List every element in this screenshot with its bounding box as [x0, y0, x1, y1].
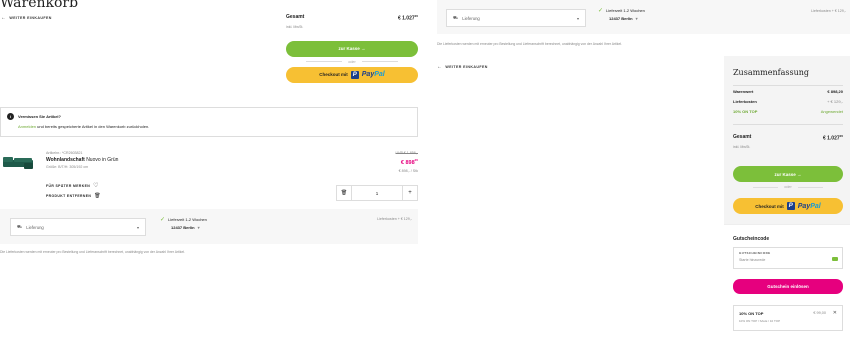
delivery-eta-label: Lieferzeit 1-2 Wochen	[606, 8, 645, 13]
paypal-button-label: Checkout mit	[755, 203, 784, 209]
summary-divider	[733, 124, 843, 125]
delivery-select[interactable]: ⛟ Lieferung ▾	[10, 218, 146, 236]
page-title: Warenkorb	[0, 0, 79, 11]
delivery-eta-top: ✓ Lieferzeit 1-2 Wochen 12437 Berlin ▾	[598, 7, 645, 21]
voucher-field-label: GUTSCHEINCODE	[739, 251, 771, 255]
delivery-eta-label: Lieferzeit 1-2 Wochen	[168, 217, 207, 222]
remove-product-label: PRODUKT ENTFERNEN	[46, 194, 92, 198]
old-price: UVP € 1.856,-	[395, 151, 418, 155]
summary-title: Zusammenfassung	[733, 68, 810, 77]
order-total-box: Gesamt € 1.02720 inkl. MwSt. zur Kasse →…	[286, 14, 418, 83]
continue-shopping-label: WEITER EINKAUFEN	[445, 65, 488, 69]
total-label: Gesamt	[286, 14, 305, 20]
continue-shopping-label: WEITER EINKAUFEN	[9, 16, 52, 20]
arrow-left-icon: ←	[1, 15, 7, 21]
paypal-logo: PayPal	[361, 71, 385, 79]
summary-total: Gesamt € 1.02720 inkl. MwSt.	[733, 134, 843, 149]
or-divider: oder	[286, 60, 418, 64]
total-amount: € 1.02720	[397, 14, 418, 22]
checkout-button-label: zur Kasse	[774, 171, 796, 177]
missing-items-notice: i Vermissen Sie Artikel? Anmelden und be…	[0, 107, 418, 137]
applied-voucher: 10% ON TOP 10% ON TOP / SALE / 10 TOP € …	[733, 305, 843, 331]
delivery-select-value: Lieferung	[26, 224, 44, 230]
redeem-voucher-label: Gutschein einlösen	[767, 284, 809, 289]
applied-voucher-sub: 10% ON TOP / SALE / 10 TOP	[739, 319, 781, 323]
arrow-left-icon: ←	[437, 64, 443, 70]
voucher-field-icon	[832, 257, 838, 261]
summary-total-label: Gesamt	[733, 134, 752, 140]
delivery-select-top[interactable]: ⛟ Lieferung ▾	[446, 9, 586, 27]
info-icon: i	[7, 113, 14, 120]
trash-icon[interactable]: 🗑	[337, 190, 351, 196]
summary-rows: Warenwert € 898,20 Lieferkosten + € 129,- …	[733, 85, 843, 114]
paypal-icon: P	[350, 70, 359, 79]
checkout-button-label: zur Kasse	[338, 46, 360, 52]
save-for-later-button[interactable]: FÜR SPÄTER MERKEN ♡	[46, 182, 99, 189]
summary-row-discount: 10% ON TOP Angewendet	[733, 109, 843, 114]
heart-icon: ♡	[93, 183, 99, 189]
article-number: Artikelnr.: *CR2603821	[46, 151, 83, 155]
quantity-stepper: 🗑 1 +	[336, 185, 418, 201]
chevron-down-icon: ▾	[635, 16, 638, 21]
remove-product-button[interactable]: PRODUKT ENTFERNEN 🗑	[46, 193, 101, 199]
product-name[interactable]: Wohnlandschaft	[46, 157, 85, 163]
product-details: Artikelnr.: *CR2603821 Wohnlandschaft Nu…	[46, 151, 118, 169]
delivery-city[interactable]: 12437 Berlin ▾	[609, 16, 645, 21]
quantity-value[interactable]: 1	[352, 191, 402, 196]
product-image[interactable]	[2, 154, 34, 172]
chevron-down-icon: ▾	[197, 225, 200, 230]
continue-shopping-link-right[interactable]: ← WEITER EINKAUFEN	[437, 64, 488, 70]
delivery-cost: Lieferkosten + € 129,-	[377, 217, 412, 221]
delivery-select-value: Lieferung	[462, 15, 480, 21]
chevron-down-icon: ▾	[576, 15, 579, 21]
save-for-later-label: FÜR SPÄTER MERKEN	[46, 183, 91, 188]
continue-shopping-link[interactable]: ← WEITER EINKAUFEN	[1, 15, 52, 21]
summary-tax-note: inkl. MwSt.	[733, 144, 751, 149]
truck-icon: ⛟	[17, 224, 23, 229]
product-size: Größe: B/T/H: 305/192 cm	[46, 165, 89, 169]
trash-icon: 🗑	[94, 193, 101, 199]
summary-row-goods: Warenwert € 898,20	[733, 89, 843, 94]
paypal-button-label: Checkout mit	[319, 72, 348, 78]
close-icon[interactable]: ✕	[833, 310, 837, 316]
notice-text: und bereits gespeicherte Artikel in den …	[37, 124, 150, 129]
summary-total-amount: € 1.02720	[822, 134, 843, 142]
truck-icon: ⛟	[453, 15, 459, 20]
check-icon: ✓	[160, 217, 166, 223]
delivery-disclaimer: Die Lieferkosten werden mit erneuter pro…	[0, 250, 186, 254]
voucher-input[interactable]: GUTSCHEINCODE Starte hinzurede	[733, 247, 843, 269]
applied-voucher-value: € 99,00	[813, 311, 826, 315]
redeem-voucher-button[interactable]: Gutschein einlösen	[733, 279, 843, 294]
delivery-cost-top: Lieferkosten + € 129,-	[811, 9, 846, 13]
summary-or-divider: oder	[753, 185, 824, 189]
paypal-checkout-button[interactable]: Checkout mit P PayPal	[286, 66, 418, 83]
arrow-right-icon: →	[361, 46, 366, 52]
voucher-title: Gutscheincode	[733, 236, 770, 242]
product-price-block: UVP € 1.856,- € 89820 € 898,- / Stk	[360, 151, 418, 173]
delivery-city[interactable]: 12437 Berlin ▾	[171, 225, 207, 230]
delivery-disclaimer-top: Die Lieferkosten werden mit erneuter pro…	[437, 42, 623, 46]
delivery-eta: ✓ Lieferzeit 1-2 Wochen 12437 Berlin ▾	[160, 216, 207, 230]
login-link[interactable]: Anmelden	[18, 124, 36, 129]
arrow-right-icon: →	[797, 171, 802, 177]
tax-note: inkl. MwSt.	[286, 24, 304, 29]
checkout-button[interactable]: zur Kasse →	[286, 40, 418, 57]
voucher-placeholder: Starte hinzurede	[739, 258, 766, 262]
summary-row-delivery: Lieferkosten + € 129,-	[733, 99, 843, 104]
chevron-down-icon: ▾	[136, 224, 139, 230]
increase-quantity-button[interactable]: +	[403, 190, 417, 196]
paypal-logo: PayPal	[797, 202, 821, 210]
summary-paypal-button[interactable]: Checkout mit P PayPal	[733, 198, 843, 214]
product-variant: Nuovo in Grün	[86, 157, 119, 163]
notice-title: Vermissen Sie Artikel?	[18, 114, 61, 119]
unit-price: € 898,- / Stk	[398, 168, 418, 173]
summary-checkout-button[interactable]: zur Kasse →	[733, 166, 843, 182]
check-icon: ✓	[598, 8, 604, 14]
current-price: € 89820	[400, 158, 418, 166]
paypal-icon: P	[786, 202, 795, 210]
